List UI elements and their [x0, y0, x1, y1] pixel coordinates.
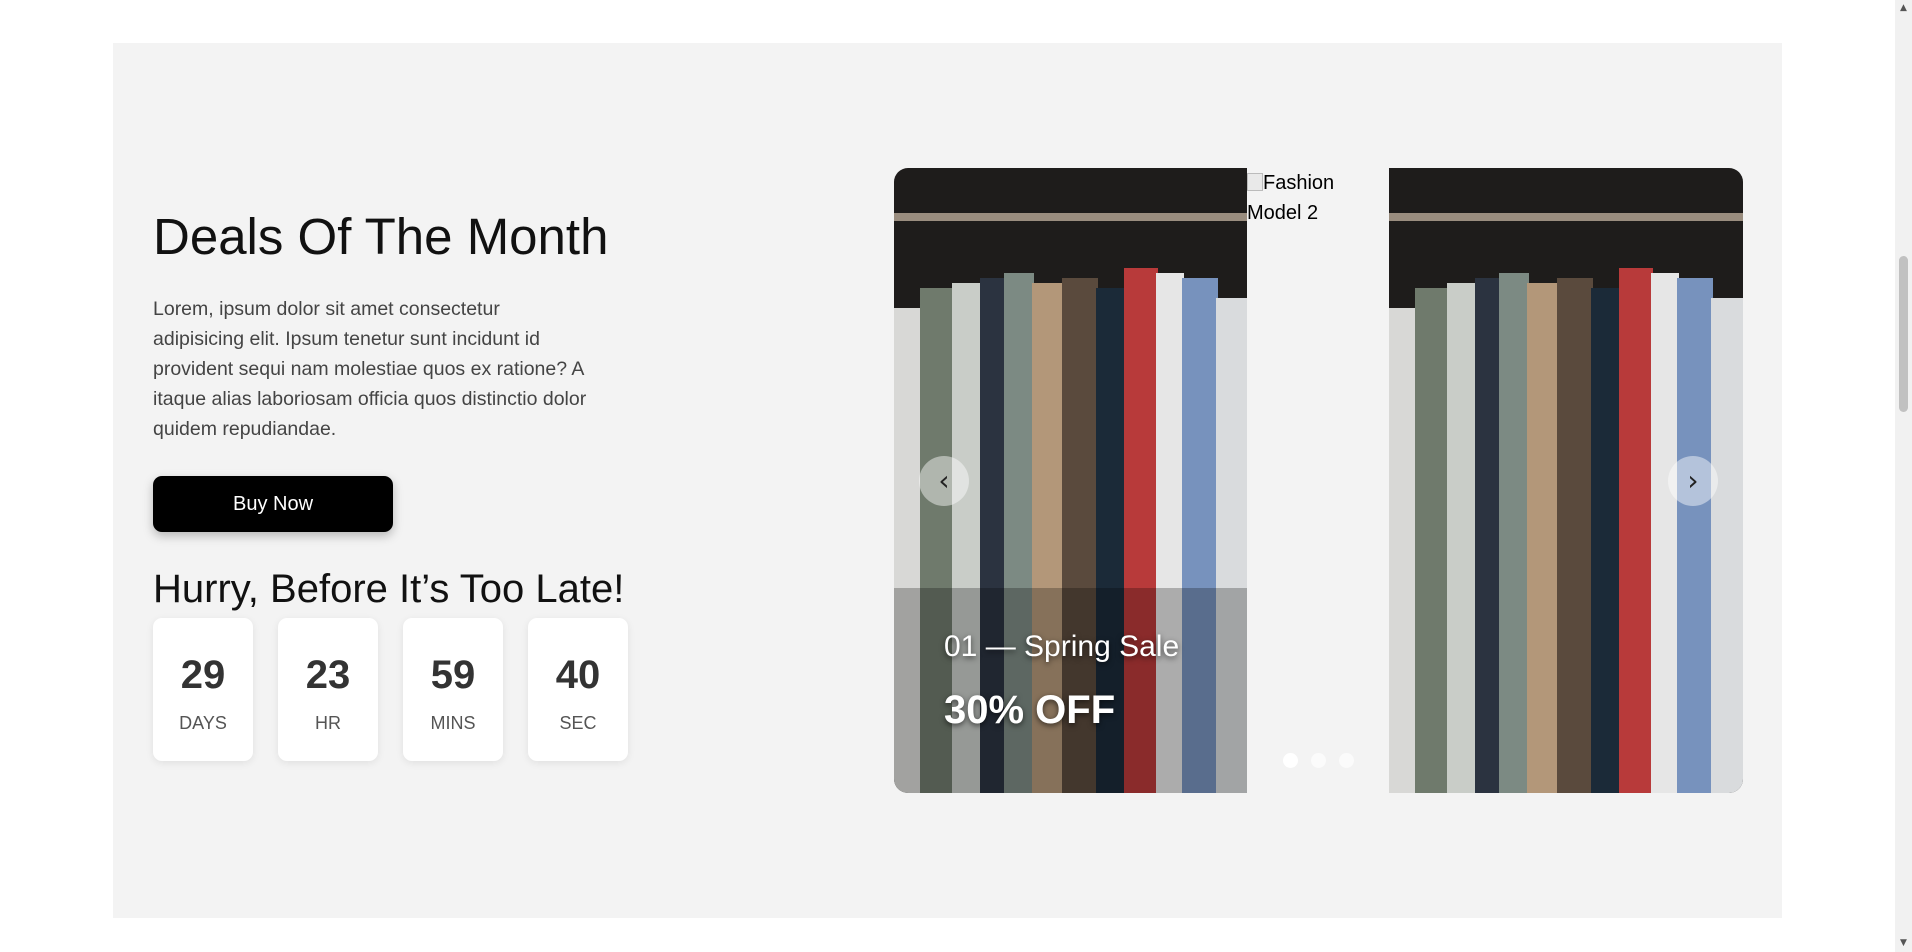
- slide-caption-title: 01 — Spring Sale: [944, 630, 1180, 663]
- scroll-down-arrow-icon[interactable]: ▼: [1895, 935, 1912, 952]
- broken-image-icon: [1247, 173, 1263, 191]
- scrollbar-thumb[interactable]: [1899, 256, 1908, 412]
- countdown-seconds-value: 40: [555, 653, 601, 697]
- chevron-right-icon: ›: [1687, 464, 1699, 497]
- slide-caption-offer: 30% OFF: [944, 688, 1116, 732]
- slider-dot-1[interactable]: [1283, 753, 1298, 768]
- countdown-days-label: DAYS: [179, 713, 227, 733]
- section-title: Deals Of The Month: [153, 208, 609, 265]
- slider-next-button[interactable]: ›: [1668, 456, 1718, 506]
- chevron-left-icon: ‹: [938, 464, 950, 497]
- broken-image-fashion-model-2: Fashion Model 2: [1247, 168, 1389, 793]
- countdown-days-value: 29: [180, 653, 226, 697]
- section-description: Lorem, ipsum dolor sit amet consectetur …: [153, 298, 587, 440]
- countdown-hours-value: 23: [305, 653, 351, 697]
- countdown-days: 29 DAYS: [153, 618, 253, 761]
- countdown-minutes: 59 MINS: [403, 618, 503, 761]
- countdown-hours-label: HR: [315, 713, 341, 733]
- product-slider: 01 — Spring Sale 30% OFF Fashion Model 2…: [894, 168, 1743, 793]
- slider-pagination: [1283, 753, 1354, 768]
- slider-dot-3[interactable]: [1339, 753, 1354, 768]
- countdown-seconds: 40 SEC: [528, 618, 628, 761]
- countdown-minutes-label: MINS: [430, 713, 476, 733]
- slider-prev-button[interactable]: ‹: [919, 456, 969, 506]
- slider-dot-2[interactable]: [1311, 753, 1326, 768]
- countdown-seconds-label: SEC: [559, 713, 597, 733]
- hurry-heading: Hurry, Before It’s Too Late!: [153, 567, 625, 611]
- countdown-hours: 23 HR: [278, 618, 378, 761]
- countdown-minutes-value: 59: [430, 653, 476, 697]
- scroll-up-arrow-icon[interactable]: ▲: [1895, 0, 1912, 17]
- countdown-timer: 29 DAYS 23 HR 59 MINS 40 SEC: [153, 618, 628, 761]
- buy-now-button[interactable]: Buy Now: [153, 476, 393, 532]
- page-scrollbar[interactable]: ▲ ▼: [1895, 0, 1912, 952]
